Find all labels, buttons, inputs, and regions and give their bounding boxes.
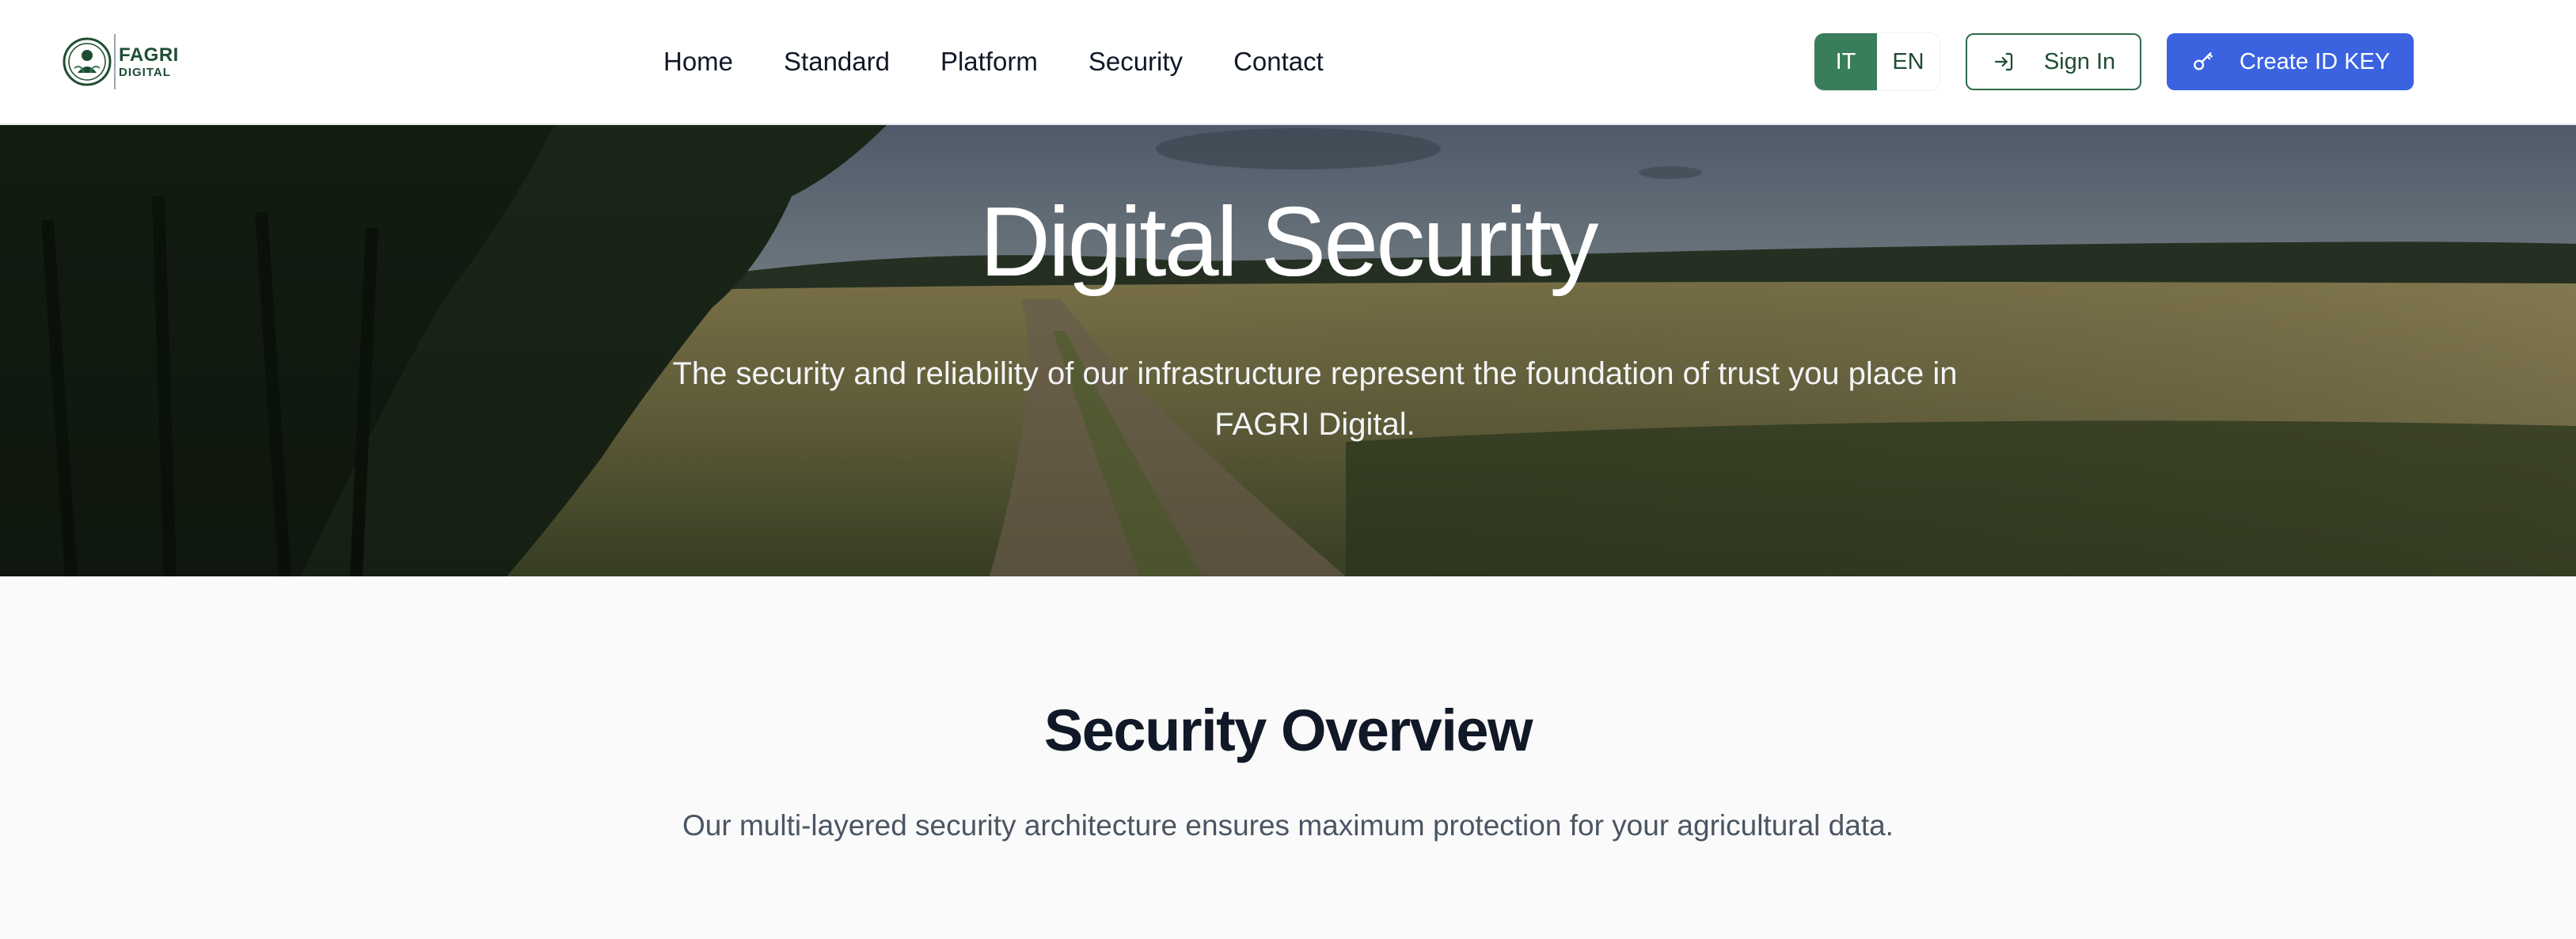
nav-standard[interactable]: Standard: [784, 47, 890, 77]
brand-name: FAGRI: [119, 44, 179, 66]
fagri-emblem-icon: [63, 37, 112, 86]
nav-contact[interactable]: Contact: [1233, 47, 1324, 77]
lang-it-button[interactable]: IT: [1814, 33, 1877, 90]
logo-divider: [114, 34, 116, 89]
site-header: FAGRI DIGITAL Home Standard Platform Sec…: [0, 0, 2576, 125]
nav-home[interactable]: Home: [663, 47, 733, 77]
create-id-key-label: Create ID KEY: [2239, 48, 2391, 74]
brand-wordmark: FAGRI DIGITAL: [119, 44, 179, 79]
nav-platform[interactable]: Platform: [940, 47, 1038, 77]
main-nav: Home Standard Platform Security Contact: [663, 41, 1324, 82]
sign-in-button[interactable]: Sign In: [1966, 33, 2141, 90]
brand-logo[interactable]: FAGRI DIGITAL: [62, 32, 180, 92]
login-icon: [1994, 52, 2012, 71]
hero-subtitle: The security and reliability of our infr…: [672, 356, 1958, 442]
lang-en-button[interactable]: EN: [1877, 33, 1940, 90]
nav-security[interactable]: Security: [1089, 47, 1183, 77]
hero-title: Digital Security: [979, 188, 1599, 297]
create-id-key-button[interactable]: Create ID KEY: [2167, 33, 2414, 90]
hero-section: Digital Security The security and reliab…: [0, 125, 2576, 576]
brand-subname: DIGITAL: [119, 65, 171, 79]
sign-in-label: Sign In: [2043, 48, 2116, 74]
language-switcher: IT EN: [1814, 33, 1940, 90]
overview-title: Security Overview: [1043, 698, 1533, 763]
key-icon: [2194, 52, 2213, 70]
overview-subtitle: Our multi-layered security architecture …: [682, 809, 1894, 842]
